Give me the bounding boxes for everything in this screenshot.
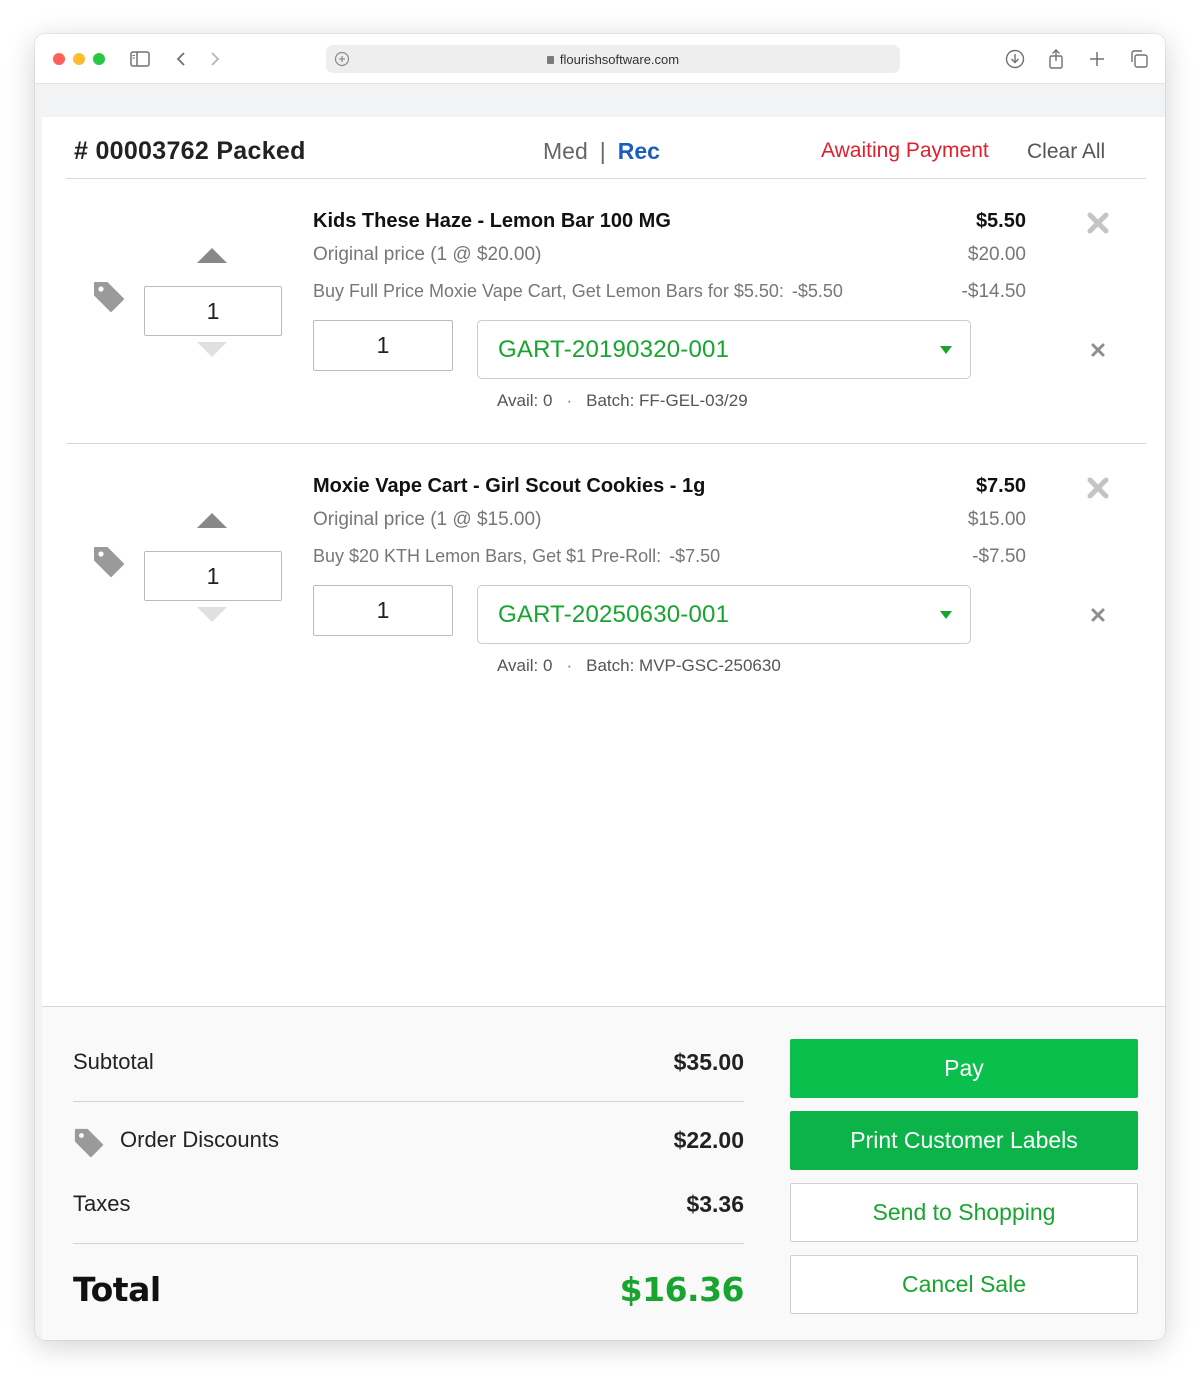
- line-price: $7.50: [975, 475, 1026, 497]
- discounts-value: $22.00: [673, 1127, 744, 1153]
- quantity-decrease-icon[interactable]: [197, 607, 227, 622]
- tabs-overview-icon[interactable]: [1128, 48, 1150, 70]
- tag-icon[interactable]: [92, 280, 126, 314]
- remove-item-icon[interactable]: [1086, 476, 1110, 500]
- quantity-decrease-icon[interactable]: [197, 342, 227, 357]
- subtotal-value: $35.00: [673, 1049, 744, 1075]
- new-tab-icon[interactable]: [1086, 48, 1108, 70]
- order-header: # 00003762 Packed Med | Rec Awaiting Payme…: [66, 117, 1146, 179]
- back-icon[interactable]: [170, 48, 192, 70]
- promo-text: Buy Full Price Moxie Vape Cart, Get Lemo…: [313, 281, 843, 302]
- promo-text: Buy $20 KTH Lemon Bars, Get $1 Pre-Roll:…: [313, 546, 720, 567]
- order-status: Awaiting Payment: [821, 139, 989, 162]
- divider: [73, 1243, 744, 1244]
- quantity-field[interactable]: 1: [144, 551, 282, 601]
- meta-separator: ·: [566, 656, 573, 675]
- order-title: # 00003762 Packed: [74, 137, 306, 165]
- url-text: flourishsoftware.com: [326, 52, 900, 67]
- remove-item-icon[interactable]: [1086, 211, 1110, 235]
- lot-value: GART-20190320-001: [498, 336, 730, 363]
- promo-amount: -$5.50: [791, 281, 843, 301]
- lot-meta: Avail: 0 · Batch: FF-GEL-03/29: [497, 391, 748, 411]
- remove-lot-icon[interactable]: [1090, 342, 1106, 358]
- taxes-row: Taxes $3.36: [73, 1191, 744, 1251]
- line-discount: -$14.50: [961, 281, 1026, 302]
- download-icon[interactable]: [1004, 48, 1026, 70]
- cancel-sale-button[interactable]: Cancel Sale: [790, 1255, 1138, 1314]
- line-original-price: $20.00: [967, 244, 1026, 265]
- quantity-increase-icon[interactable]: [197, 248, 227, 263]
- promo-description: Buy Full Price Moxie Vape Cart, Get Lemo…: [313, 281, 784, 301]
- quantity-increase-icon[interactable]: [197, 513, 227, 528]
- tag-icon[interactable]: [92, 545, 126, 579]
- total-row: Total $16.36: [73, 1270, 745, 1320]
- batch-text: Batch: MVP-GSC-250630: [586, 656, 781, 675]
- browser-window: flourishsoftware.com # 00003762 Packed M…: [35, 34, 1165, 1340]
- line-item: 1 Moxie Vape Cart - Girl Scout Cookies -…: [66, 445, 1146, 709]
- lot-select[interactable]: GART-20190320-001: [477, 320, 971, 379]
- order-panel: # 00003762 Packed Med | Rec Awaiting Payme…: [42, 117, 1165, 1340]
- tag-icon: [73, 1127, 105, 1159]
- lot-quantity-field[interactable]: 1: [313, 320, 453, 371]
- subtotal-row: Subtotal $35.00: [73, 1049, 744, 1109]
- lot-quantity-field[interactable]: 1: [313, 585, 453, 636]
- zoom-window-button[interactable]: [93, 53, 105, 65]
- print-customer-labels-button[interactable]: Print Customer Labels: [790, 1111, 1138, 1170]
- original-price-text: Original price (1 @ $20.00): [313, 244, 542, 265]
- line-item: 1 Kids These Haze - Lemon Bar 100 MG Ori…: [66, 180, 1146, 444]
- browser-toolbar: flourishsoftware.com: [35, 34, 1165, 84]
- total-label: Total: [73, 1270, 161, 1309]
- avail-text: Avail: 0: [497, 391, 553, 410]
- order-summary: Subtotal $35.00 Order Discounts $22.00 T…: [42, 1006, 1165, 1340]
- chevron-down-icon: [940, 346, 952, 354]
- meta-separator: ·: [566, 391, 573, 410]
- promo-amount: -$7.50: [669, 546, 721, 566]
- type-med-option[interactable]: Med: [543, 138, 588, 164]
- remove-lot-icon[interactable]: [1090, 607, 1106, 623]
- sidebar-icon[interactable]: [129, 48, 151, 70]
- taxes-value: $3.36: [686, 1191, 744, 1217]
- subtotal-label: Subtotal: [73, 1049, 154, 1074]
- discounts-label: Order Discounts: [120, 1127, 279, 1152]
- avail-text: Avail: 0: [497, 656, 553, 675]
- product-name: Moxie Vape Cart - Girl Scout Cookies - 1…: [313, 475, 706, 497]
- product-name: Kids These Haze - Lemon Bar 100 MG: [313, 210, 671, 232]
- customer-type-switch: Med | Rec: [543, 138, 660, 165]
- url-label: flourishsoftware.com: [559, 52, 680, 67]
- close-window-button[interactable]: [53, 53, 65, 65]
- address-bar[interactable]: flourishsoftware.com: [326, 45, 900, 73]
- clear-all-button[interactable]: Clear All: [1027, 140, 1105, 164]
- forward-icon[interactable]: [204, 48, 226, 70]
- lot-meta: Avail: 0 · Batch: MVP-GSC-250630: [497, 656, 781, 676]
- taxes-label: Taxes: [73, 1191, 131, 1216]
- line-discount: -$7.50: [972, 546, 1026, 567]
- minimize-window-button[interactable]: [73, 53, 85, 65]
- discounts-row[interactable]: Order Discounts $22.00: [73, 1101, 744, 1171]
- pay-button[interactable]: Pay: [790, 1039, 1138, 1098]
- batch-text: Batch: FF-GEL-03/29: [586, 391, 748, 410]
- total-value: $16.36: [619, 1270, 745, 1309]
- quantity-field[interactable]: 1: [144, 286, 282, 336]
- type-separator: |: [599, 138, 606, 164]
- lot-select[interactable]: GART-20250630-001: [477, 585, 971, 644]
- lot-value: GART-20250630-001: [498, 601, 730, 628]
- type-rec-option[interactable]: Rec: [618, 138, 660, 164]
- line-price: $5.50: [975, 210, 1026, 232]
- send-to-shopping-button[interactable]: Send to Shopping: [790, 1183, 1138, 1242]
- promo-description: Buy $20 KTH Lemon Bars, Get $1 Pre-Roll:: [313, 546, 662, 566]
- chevron-down-icon: [940, 611, 952, 619]
- original-price-text: Original price (1 @ $15.00): [313, 509, 542, 530]
- lock-icon: [546, 56, 554, 64]
- line-original-price: $15.00: [967, 509, 1026, 530]
- share-icon[interactable]: [1045, 48, 1067, 70]
